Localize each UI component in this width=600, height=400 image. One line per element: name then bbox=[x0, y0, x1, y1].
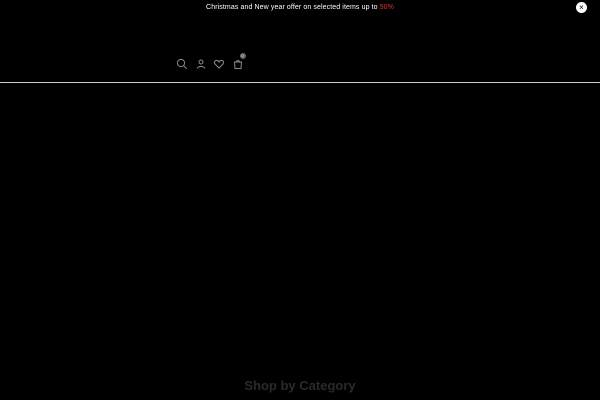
announcement-text: Christmas and New year offer on selected… bbox=[206, 3, 378, 11]
header-divider bbox=[0, 82, 600, 83]
header-icons: 0 bbox=[176, 53, 250, 70]
page: Christmas and New year offer on selected… bbox=[0, 0, 600, 400]
section-title: Shop by Category bbox=[244, 378, 356, 393]
search-icon[interactable] bbox=[176, 58, 188, 70]
announcement-close-button[interactable]: × bbox=[576, 2, 587, 13]
announcement-bar: Christmas and New year offer on selected… bbox=[0, 0, 600, 14]
wishlist-icon[interactable] bbox=[213, 58, 225, 70]
announcement-highlight: 50% bbox=[379, 3, 394, 11]
account-icon[interactable] bbox=[195, 58, 207, 70]
cart-count-badge: 0 bbox=[239, 53, 246, 59]
close-icon: × bbox=[579, 2, 584, 12]
cart-icon[interactable]: 0 bbox=[232, 53, 246, 70]
